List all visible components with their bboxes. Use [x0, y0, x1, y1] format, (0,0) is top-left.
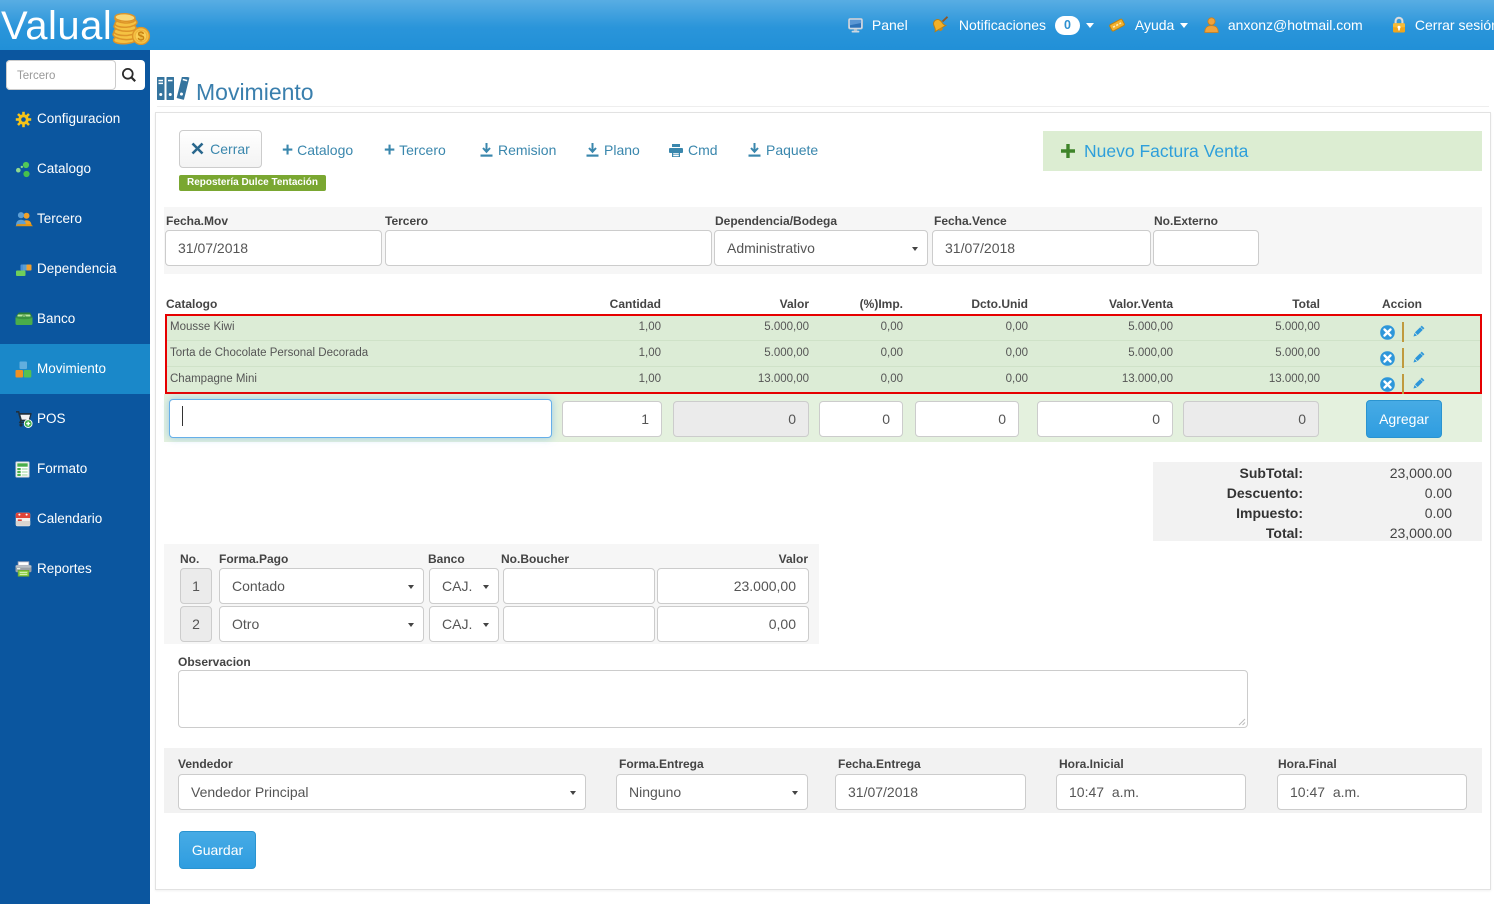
svg-text:$: $ [138, 30, 145, 44]
